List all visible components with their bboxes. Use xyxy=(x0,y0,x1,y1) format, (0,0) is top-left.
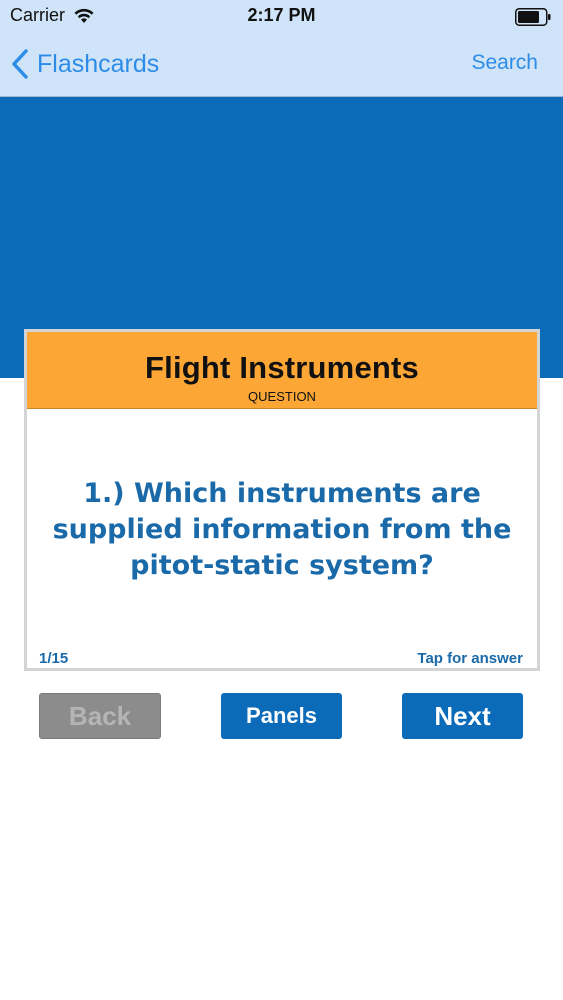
status-bar: Carrier 2:17 PM xyxy=(0,0,563,34)
back-button-label: Flashcards xyxy=(37,49,160,78)
card-counter: 1/15 xyxy=(39,650,69,667)
status-time: 2:17 PM xyxy=(247,5,316,25)
flashcard-question: 1.) Which instruments are supplied infor… xyxy=(52,478,512,581)
chevron-left-icon xyxy=(12,49,28,79)
tap-for-answer-hint[interactable]: Tap for answer xyxy=(417,650,523,667)
navigation-bar: Flashcards Search xyxy=(0,34,563,97)
flashcard[interactable]: Flight Instruments QUESTION 1.) Which in… xyxy=(24,329,540,671)
back-button[interactable]: Back xyxy=(39,693,161,739)
flashcard-header: Flight Instruments QUESTION xyxy=(27,332,537,409)
next-button[interactable]: Next xyxy=(402,693,523,739)
flashcard-side-label: QUESTION xyxy=(248,389,316,404)
back-to-flashcards-button[interactable]: Flashcards xyxy=(10,48,159,80)
panels-button[interactable]: Panels xyxy=(221,693,342,739)
search-button[interactable]: Search xyxy=(471,51,538,75)
flashcard-title: Flight Instruments xyxy=(145,350,419,385)
battery-icon xyxy=(515,8,551,26)
